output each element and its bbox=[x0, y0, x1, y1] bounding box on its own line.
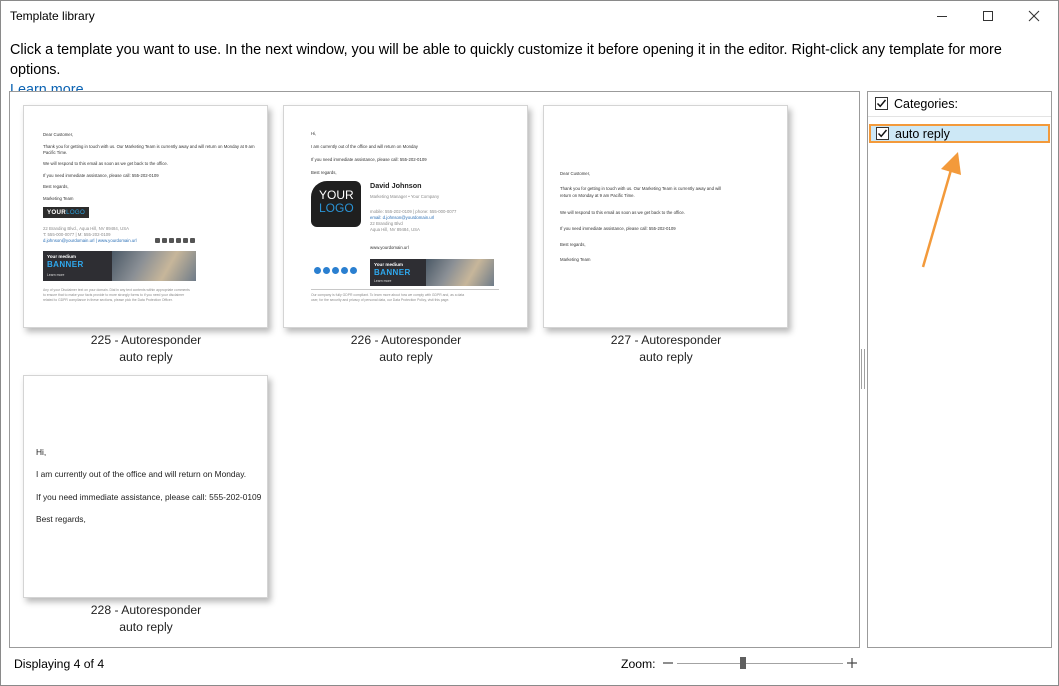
preview-address: d.johnson@yourdomain.url | www.yourdomai… bbox=[43, 238, 137, 243]
template-thumbnail[interactable]: Dear Customer, Thank you for getting in … bbox=[23, 105, 268, 328]
template-tile-225[interactable]: Dear Customer, Thank you for getting in … bbox=[23, 105, 269, 366]
template-name: 226 - Autoresponder bbox=[350, 333, 462, 347]
minimize-button[interactable] bbox=[919, 1, 965, 31]
category-item-auto-reply[interactable]: auto reply bbox=[869, 124, 1050, 143]
banner-image: Your medium BANNER Learn more bbox=[43, 251, 196, 281]
template-caption: 226 - Autoresponder auto reply bbox=[283, 332, 529, 366]
preview-text: Best regards, bbox=[43, 184, 69, 189]
preview-greeting: Hi, bbox=[311, 131, 317, 136]
template-thumbnail[interactable]: Dear Customer, Thank you for getting in … bbox=[543, 105, 788, 328]
preview-text: I am currently out of the office and wil… bbox=[311, 144, 418, 149]
preview-text: If you need immediate assistance, please… bbox=[311, 157, 427, 162]
divider bbox=[311, 289, 499, 290]
banner-image: Your medium BANNER Learn more bbox=[370, 259, 494, 286]
zoom-in-button[interactable] bbox=[845, 656, 859, 670]
preview-text: If you need immediate assistance, please… bbox=[36, 492, 262, 502]
preview-greeting: Dear Customer, bbox=[560, 171, 591, 176]
preview-text: Thank you for getting in touch with us. … bbox=[560, 186, 722, 191]
pointer-arrow-icon bbox=[921, 152, 961, 268]
preview-text: Best regards, bbox=[311, 170, 337, 175]
window-title: Template library bbox=[10, 9, 95, 23]
plus-icon bbox=[847, 658, 857, 668]
preview-text: If you need immediate assistance, please… bbox=[43, 173, 159, 178]
category-label: auto reply bbox=[895, 127, 950, 141]
preview-text: Pacific Time. bbox=[43, 150, 68, 155]
preview-text: We will respond to this email as soon as… bbox=[560, 210, 685, 215]
preview-contact: 22 Branding Blvd bbox=[370, 221, 403, 226]
template-gallery: Dear Customer, Thank you for getting in … bbox=[9, 91, 860, 648]
template-tile-228[interactable]: Hi, I am currently out of the office and… bbox=[23, 375, 269, 636]
logo-placeholder: YOURLOGO bbox=[43, 207, 90, 218]
preview-disclaimer: user, for the security and privacy of pe… bbox=[311, 298, 450, 302]
minimize-icon bbox=[937, 16, 947, 17]
categories-label: Categories: bbox=[894, 97, 958, 111]
template-caption: 225 - Autoresponder auto reply bbox=[23, 332, 269, 366]
preview-text: If you need immediate assistance, please… bbox=[560, 226, 676, 231]
preview-website: www.yourdomain.url bbox=[370, 245, 409, 250]
zoom-slider-thumb[interactable] bbox=[740, 657, 746, 669]
category-checkbox[interactable] bbox=[876, 127, 889, 140]
close-button[interactable] bbox=[1011, 1, 1057, 31]
template-category: auto reply bbox=[379, 350, 433, 364]
template-name: 228 - Autoresponder bbox=[90, 603, 202, 617]
template-name: 227 - Autoresponder bbox=[610, 333, 722, 347]
preview-text: return on Monday at 9 am Pacific Time. bbox=[560, 193, 635, 198]
preview-text: I am currently out of the office and wil… bbox=[36, 469, 247, 479]
preview-text: Thank you for getting in touch with us. … bbox=[43, 144, 255, 149]
template-thumbnail[interactable]: Hi, I am currently out of the office and… bbox=[283, 105, 528, 328]
maximize-icon bbox=[983, 11, 993, 21]
preview-contact: email: d.johnson@yourdomain.url bbox=[370, 215, 435, 220]
close-icon bbox=[1028, 10, 1040, 22]
categories-header: Categories: bbox=[868, 92, 1051, 117]
preview-text: Marketing Team bbox=[43, 196, 74, 201]
social-icons bbox=[314, 267, 357, 274]
template-caption: 228 - Autoresponder auto reply bbox=[23, 602, 269, 636]
template-tile-226[interactable]: Hi, I am currently out of the office and… bbox=[283, 105, 529, 366]
preview-person-name: David Johnson bbox=[370, 181, 422, 190]
preview-person-role: Marketing Manager • Your Company bbox=[370, 194, 440, 199]
categories-checkbox[interactable] bbox=[875, 97, 888, 110]
preview-greeting: Hi, bbox=[36, 447, 47, 457]
template-category: auto reply bbox=[119, 350, 173, 364]
preview-address: 22 Branding Blvd., Aqua Hill, NV 89484, … bbox=[43, 226, 129, 231]
template-tile-227[interactable]: Dear Customer, Thank you for getting in … bbox=[543, 105, 789, 366]
preview-text: Marketing Team bbox=[560, 257, 591, 262]
checkmark-icon bbox=[876, 99, 887, 108]
preview-disclaimer: related to GDPR compliance in these sect… bbox=[43, 298, 173, 302]
zoom-out-button[interactable] bbox=[661, 656, 675, 670]
template-library-window: Template library Click a template you wa… bbox=[0, 0, 1059, 686]
preview-greeting: Dear Customer, bbox=[43, 132, 74, 137]
template-caption: 227 - Autoresponder auto reply bbox=[543, 332, 789, 366]
instructions-text: Click a template you want to use. In the… bbox=[10, 42, 1002, 78]
template-category: auto reply bbox=[119, 620, 173, 634]
checkmark-icon bbox=[877, 129, 888, 138]
preview-address: T: 555-000-0077 | M: 555-202-0109 bbox=[43, 232, 111, 237]
template-name: 225 - Autoresponder bbox=[90, 333, 202, 347]
preview-contact: mobile: 555-202-0109 | phone: 555-000-00… bbox=[370, 209, 457, 214]
social-icons bbox=[155, 238, 195, 243]
template-thumbnail[interactable]: Hi, I am currently out of the office and… bbox=[23, 375, 268, 598]
template-category: auto reply bbox=[639, 350, 693, 364]
logo-placeholder: YOURLOGO bbox=[311, 181, 361, 227]
minus-icon bbox=[663, 662, 673, 664]
status-text: Displaying 4 of 4 bbox=[14, 657, 105, 671]
zoom-slider-track[interactable] bbox=[677, 663, 843, 664]
preview-contact: Aqua Hill, NV 89484, USA bbox=[370, 227, 420, 232]
preview-text: Best regards, bbox=[560, 242, 586, 247]
title-bar: Template library bbox=[1, 1, 1058, 31]
maximize-button[interactable] bbox=[965, 1, 1011, 31]
panel-splitter[interactable] bbox=[861, 349, 865, 389]
zoom-label: Zoom: bbox=[621, 657, 656, 671]
preview-text: Best regards, bbox=[36, 514, 86, 524]
preview-text: We will respond to this email as soon as… bbox=[43, 161, 168, 166]
